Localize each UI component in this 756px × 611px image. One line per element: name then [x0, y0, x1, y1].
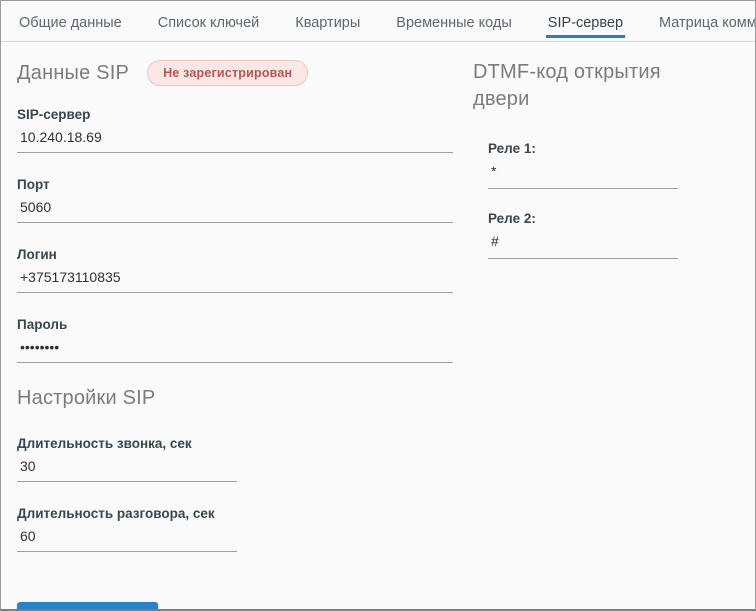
relay1-input[interactable]	[488, 160, 678, 189]
tab-apartments[interactable]: Квартиры	[293, 2, 362, 41]
registration-status-badge: Не зарегистрирован	[147, 60, 309, 86]
talk-duration-label: Длительность разговора, сек	[17, 506, 215, 521]
sip-data-heading: Данные SIP	[17, 61, 130, 84]
sip-settings-heading: Настройки SIP	[17, 387, 156, 409]
tab-bar: Общие данные Список ключей Квартиры Врем…	[1, 1, 755, 42]
sip-server-field: SIP-сервер	[17, 107, 453, 153]
port-label: Порт	[17, 177, 50, 192]
sip-data-section-header: Данные SIP Не зарегистрирован	[17, 59, 453, 87]
talk-duration-field: Длительность разговора, сек	[17, 506, 453, 552]
right-column: DTMF-код открытия двери Реле 1: Реле 2:	[473, 42, 703, 609]
login-label: Логин	[17, 247, 57, 262]
tab-key-list[interactable]: Список ключей	[156, 2, 262, 41]
relay2-input[interactable]	[488, 230, 678, 259]
relay1-field: Реле 1:	[488, 141, 703, 189]
tab-switching-matrix[interactable]: Матрица коммутат	[657, 2, 755, 41]
relay2-field: Реле 2:	[488, 211, 703, 259]
sip-server-settings-page: Общие данные Список ключей Квартиры Врем…	[0, 0, 756, 611]
login-input[interactable]	[17, 266, 453, 293]
ring-duration-field: Длительность звонка, сек	[17, 436, 453, 482]
password-field: Пароль	[17, 317, 453, 363]
relay2-label: Реле 2:	[488, 211, 536, 226]
port-field: Порт	[17, 177, 453, 223]
password-input[interactable]	[17, 336, 453, 363]
dtmf-heading: DTMF-код открытия двери	[473, 61, 661, 110]
relay1-label: Реле 1:	[488, 141, 536, 156]
tab-sip-server[interactable]: SIP-сервер	[545, 2, 626, 38]
content: Данные SIP Не зарегистрирован SIP-сервер…	[1, 42, 755, 609]
dtmf-fields: Реле 1: Реле 2:	[473, 141, 703, 259]
port-input[interactable]	[17, 196, 453, 223]
confirm-button[interactable]: ПОДТВЕРДИТЬ	[17, 602, 159, 609]
ring-duration-label: Длительность звонка, сек	[17, 436, 192, 451]
left-column: Данные SIP Не зарегистрирован SIP-сервер…	[17, 42, 453, 609]
sip-server-label: SIP-сервер	[17, 107, 91, 122]
sip-server-input[interactable]	[17, 126, 453, 153]
login-field: Логин	[17, 247, 453, 293]
password-label: Пароль	[17, 317, 68, 332]
tab-general-data[interactable]: Общие данные	[17, 2, 124, 41]
tab-temporary-codes[interactable]: Временные коды	[394, 2, 514, 41]
sip-data-fields: SIP-сервер Порт Логин Пароль	[17, 107, 453, 363]
sip-settings-fields: Длительность звонка, сек Длительность ра…	[17, 436, 453, 552]
ring-duration-input[interactable]	[17, 455, 237, 482]
talk-duration-input[interactable]	[17, 525, 237, 552]
